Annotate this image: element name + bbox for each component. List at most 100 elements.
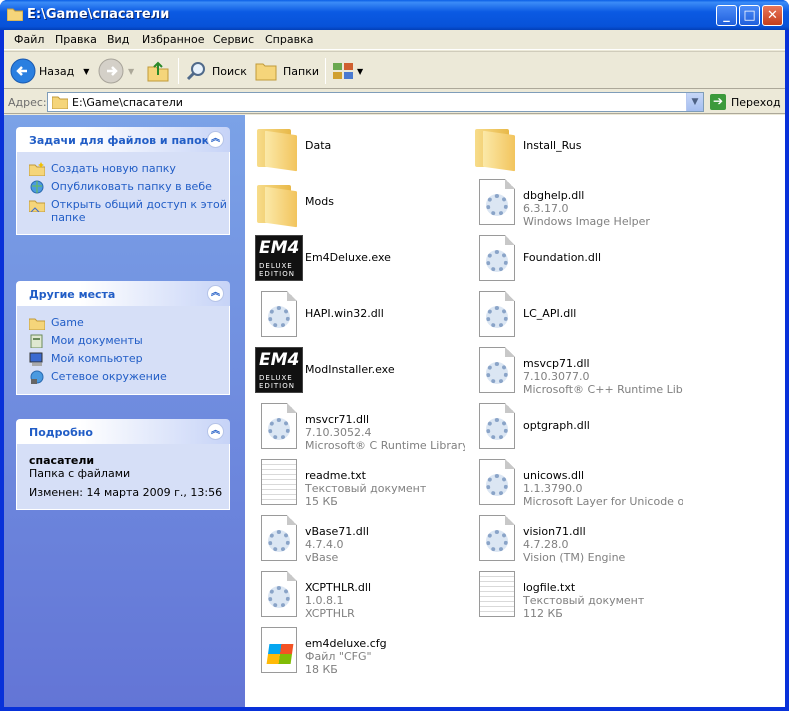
- menu-file[interactable]: Файл: [14, 33, 44, 46]
- details-name: спасатели: [29, 454, 95, 467]
- search-label: Поиск: [212, 64, 247, 78]
- file-item[interactable]: HAPI.win32.dll: [249, 287, 467, 343]
- minimize-button[interactable]: _: [716, 5, 737, 26]
- maximize-button[interactable]: □: [739, 5, 760, 26]
- window-client: Файл Правка Вид Избранное Сервис Справка…: [4, 30, 785, 707]
- chevron-down-icon: ▼: [357, 66, 364, 76]
- file-item[interactable]: optgraph.dll: [467, 399, 685, 455]
- task-new-folder[interactable]: Создать новую папку: [29, 162, 229, 176]
- file-description: Vision (TM) Engine: [523, 551, 626, 564]
- file-item[interactable]: Foundation.dll: [467, 231, 685, 287]
- back-label: Назад: [39, 64, 75, 78]
- file-detail: Текстовый документ: [305, 482, 427, 495]
- file-item[interactable]: em4deluxe.cfg Файл "CFG" 18 КБ: [249, 623, 467, 679]
- dll-icon: [473, 177, 521, 227]
- details-type: Папка с файлами: [29, 467, 131, 480]
- globe-icon: [30, 180, 44, 194]
- collapse-icon[interactable]: ︽: [207, 423, 224, 440]
- place-network[interactable]: Сетевое окружение: [29, 370, 229, 384]
- address-dropdown-button[interactable]: ▼: [686, 93, 703, 111]
- file-item[interactable]: XCPTHLR.dll 1.0.8.1 XCPTHLR: [249, 567, 467, 623]
- other-places-header[interactable]: Другие места ︽: [16, 281, 230, 306]
- address-label: Адрес:: [8, 96, 47, 109]
- file-item[interactable]: vision71.dll 4.7.28.0 Vision (TM) Engine: [467, 511, 685, 567]
- title-bar[interactable]: E:\Game\спасатели _ □ ✕: [0, 0, 789, 30]
- up-folder-button[interactable]: [146, 56, 170, 86]
- task-label: Открыть общий доступ к этой папке: [51, 198, 227, 224]
- place-label: Мой компьютер: [51, 352, 143, 365]
- folders-label: Папки: [283, 64, 319, 78]
- place-label: Сетевое окружение: [51, 370, 167, 383]
- explorer-window: E:\Game\спасатели _ □ ✕ Файл Правка Вид …: [0, 0, 789, 711]
- menu-tools[interactable]: Сервис: [213, 33, 254, 46]
- collapse-icon[interactable]: ︽: [207, 285, 224, 302]
- back-button[interactable]: Назад ▼: [10, 56, 89, 86]
- file-list: Data Install_Rus Mods dbghelp.dll 6.3.17.0 Wi…: [245, 115, 785, 707]
- search-button[interactable]: Поиск: [185, 56, 247, 86]
- file-item[interactable]: Mods: [249, 175, 467, 231]
- file-item[interactable]: unicows.dll 1.1.3790.0 Microsoft Layer for…: [467, 455, 685, 511]
- file-item[interactable]: msvcp71.dll 7.10.3077.0 Microsoft® C++ Run…: [467, 343, 685, 399]
- file-item[interactable]: Data: [249, 119, 467, 175]
- task-publish-web[interactable]: Опубликовать папку в вебе: [29, 180, 229, 194]
- go-label: Переход: [731, 95, 781, 109]
- em4-exe-icon: EM4 DELUXE EDITION: [255, 233, 303, 283]
- file-name: Em4Deluxe.exe: [305, 251, 391, 264]
- folders-button[interactable]: Папки: [254, 56, 319, 86]
- place-game[interactable]: Game: [29, 316, 229, 330]
- file-item[interactable]: Install_Rus: [467, 119, 685, 175]
- collapse-icon[interactable]: ︽: [207, 131, 224, 148]
- file-name: optgraph.dll: [523, 419, 590, 432]
- window-bottom-border: [4, 707, 785, 711]
- details-body: спасатели Папка с файлами Изменен: 14 ма…: [16, 444, 230, 510]
- details-modified: Изменен: 14 марта 2009 г., 13:56: [29, 486, 223, 499]
- chevron-down-icon[interactable]: ▼: [83, 67, 89, 76]
- computer-icon: [29, 352, 43, 366]
- task-share-folder[interactable]: Открыть общий доступ к этой папке: [29, 198, 229, 224]
- window-title: E:\Game\спасатели: [27, 7, 170, 22]
- place-my-computer[interactable]: Мой компьютер: [29, 352, 229, 366]
- close-button[interactable]: ✕: [762, 5, 783, 26]
- views-icon: [333, 63, 353, 79]
- file-tasks-header[interactable]: Задачи для файлов и папок ︽: [16, 127, 230, 152]
- file-tasks-body: Создать новую папку Опубликовать папку в…: [16, 152, 230, 235]
- go-arrow-icon: ➔: [710, 94, 726, 110]
- file-name: Install_Rus: [523, 139, 582, 152]
- address-field[interactable]: E:\Game\спасатели ▼: [47, 92, 704, 112]
- file-item[interactable]: vBase71.dll 4.7.4.0 vBase: [249, 511, 467, 567]
- details-header[interactable]: Подробно ︽: [16, 419, 230, 444]
- folder-icon: [6, 7, 24, 22]
- file-detail: 1.0.8.1: [305, 594, 344, 607]
- file-name: msvcp71.dll: [523, 357, 590, 370]
- task-pane: Задачи для файлов и папок ︽ Создать нову…: [4, 115, 245, 707]
- go-button[interactable]: ➔ Переход: [710, 94, 781, 110]
- file-description: Microsoft® C++ Runtime Library: [523, 383, 683, 396]
- text-document-icon: [473, 569, 521, 619]
- toolbar-separator: [325, 58, 326, 84]
- views-button[interactable]: ▼: [331, 56, 363, 86]
- menu-bar: Файл Правка Вид Избранное Сервис Справка: [4, 30, 785, 50]
- forward-button[interactable]: ▼: [98, 56, 134, 86]
- menu-edit[interactable]: Правка: [55, 33, 97, 46]
- file-item[interactable]: EM4 DELUXE EDITION Em4Deluxe.exe: [249, 231, 467, 287]
- file-item[interactable]: LC_API.dll: [467, 287, 685, 343]
- file-description: 15 КБ: [305, 495, 338, 508]
- file-name: msvcr71.dll: [305, 413, 370, 426]
- menu-view[interactable]: Вид: [107, 33, 129, 46]
- dll-icon: [473, 457, 521, 507]
- file-item[interactable]: dbghelp.dll 6.3.17.0 Windows Image Helper: [467, 175, 685, 231]
- menu-help[interactable]: Справка: [265, 33, 313, 46]
- folders-icon: [255, 63, 277, 81]
- file-item[interactable]: EM4 DELUXE EDITION ModInstaller.exe: [249, 343, 467, 399]
- place-label: Game: [51, 316, 84, 329]
- file-item[interactable]: readme.txt Текстовый документ 15 КБ: [249, 455, 467, 511]
- place-my-documents[interactable]: Мои документы: [29, 334, 229, 348]
- folder-up-icon: [147, 61, 169, 82]
- file-item[interactable]: msvcr71.dll 7.10.3052.4 Microsoft® C Runti…: [249, 399, 467, 455]
- file-name: Mods: [305, 195, 334, 208]
- file-item[interactable]: logfile.txt Текстовый документ 112 КБ: [467, 567, 685, 623]
- folder-icon: [473, 121, 521, 172]
- menu-favorites[interactable]: Избранное: [142, 33, 204, 46]
- dll-icon: [255, 569, 303, 619]
- file-name: logfile.txt: [523, 581, 576, 594]
